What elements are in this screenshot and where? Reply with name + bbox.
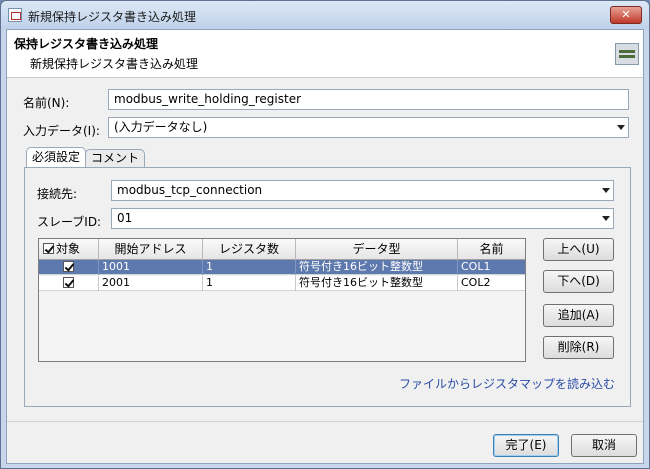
window-title: 新規保持レジスタ書き込み処理 xyxy=(28,10,197,24)
cancel-button[interactable]: 取消 xyxy=(571,434,637,457)
row-start-address: 1001 xyxy=(99,260,203,275)
input-data-value: (入力データなし) xyxy=(114,120,208,134)
close-button[interactable]: ✕ xyxy=(610,6,642,24)
row-checkbox[interactable] xyxy=(63,277,74,288)
name-field[interactable]: modbus_write_holding_register xyxy=(108,89,629,110)
footer-divider xyxy=(7,421,643,422)
column-header-register-count[interactable]: レジスタ数 xyxy=(203,239,296,260)
tab-required-settings[interactable]: 必須設定 xyxy=(26,147,87,167)
app-icon xyxy=(8,8,22,22)
column-header-start-address[interactable]: 開始アドレス xyxy=(99,239,203,260)
column-header-target[interactable]: 対象 xyxy=(39,239,99,260)
row-target-cell xyxy=(39,276,99,291)
row-data-type: 符号付き16ビット整数型 xyxy=(296,276,458,291)
delete-button[interactable]: 削除(R) xyxy=(543,336,614,359)
table-header: 対象 開始アドレス レジスタ数 データ型 名前 xyxy=(39,239,525,260)
header-subtitle: 新規保持レジスタ書き込み処理 xyxy=(30,57,199,71)
table-row[interactable]: 1001 1 符号付き16ビット整数型 COL1 xyxy=(39,260,525,275)
slave-id-value: 01 xyxy=(117,211,133,225)
row-start-address: 2001 xyxy=(99,276,203,291)
table-row[interactable]: 2001 1 符号付き16ビット整数型 COL2 xyxy=(39,276,525,291)
row-checkbox[interactable] xyxy=(63,261,74,272)
connection-label: 接続先: xyxy=(37,187,78,201)
required-settings-panel: 接続先: modbus_tcp_connection スレーブID: 01 対象… xyxy=(24,167,631,407)
header-title: 保持レジスタ書き込み処理 xyxy=(14,37,159,51)
select-all-checkbox[interactable] xyxy=(43,243,54,254)
register-device-icon xyxy=(615,43,639,65)
input-data-label: 入力データ(I): xyxy=(23,124,100,138)
row-name: COL2 xyxy=(461,276,491,289)
dialog-header: 保持レジスタ書き込み処理 新規保持レジスタ書き込み処理 xyxy=(7,30,643,78)
connection-dropdown[interactable]: modbus_tcp_connection xyxy=(111,180,614,201)
load-register-map-link[interactable]: ファイルからレジスタマップを読み込む xyxy=(399,375,615,392)
move-up-button[interactable]: 上へ(U) xyxy=(543,238,614,261)
slave-id-label: スレーブID: xyxy=(37,215,102,229)
name-label: 名前(N): xyxy=(23,96,70,110)
row-name: COL1 xyxy=(461,260,491,273)
finish-button[interactable]: 完了(E) xyxy=(493,434,559,457)
dialog-body: 保持レジスタ書き込み処理 新規保持レジスタ書き込み処理 名前(N): modbu… xyxy=(6,29,644,464)
row-register-count: 1 xyxy=(203,276,296,291)
column-header-data-type[interactable]: データ型 xyxy=(296,239,458,260)
column-header-name[interactable]: 名前 xyxy=(458,239,525,260)
row-register-count: 1 xyxy=(203,260,296,275)
chevron-down-icon xyxy=(617,125,625,130)
connection-value: modbus_tcp_connection xyxy=(117,183,263,197)
row-data-type: 符号付き16ビット整数型 xyxy=(296,260,458,275)
tab-comment[interactable]: コメント xyxy=(85,149,146,167)
slave-id-dropdown[interactable]: 01 xyxy=(111,208,614,229)
register-table[interactable]: 対象 開始アドレス レジスタ数 データ型 名前 1001 1 符号付き16ビット… xyxy=(38,238,526,362)
add-button[interactable]: 追加(A) xyxy=(543,304,614,327)
move-down-button[interactable]: 下へ(D) xyxy=(543,270,614,293)
chevron-down-icon xyxy=(602,188,610,193)
dialog-window: 新規保持レジスタ書き込み処理 ✕ 保持レジスタ書き込み処理 新規保持レジスタ書き… xyxy=(0,0,650,469)
title-bar[interactable]: 新規保持レジスタ書き込み処理 ✕ xyxy=(1,1,649,29)
chevron-down-icon xyxy=(602,216,610,221)
row-target-cell xyxy=(39,260,99,275)
input-data-dropdown[interactable]: (入力データなし) xyxy=(108,117,629,138)
